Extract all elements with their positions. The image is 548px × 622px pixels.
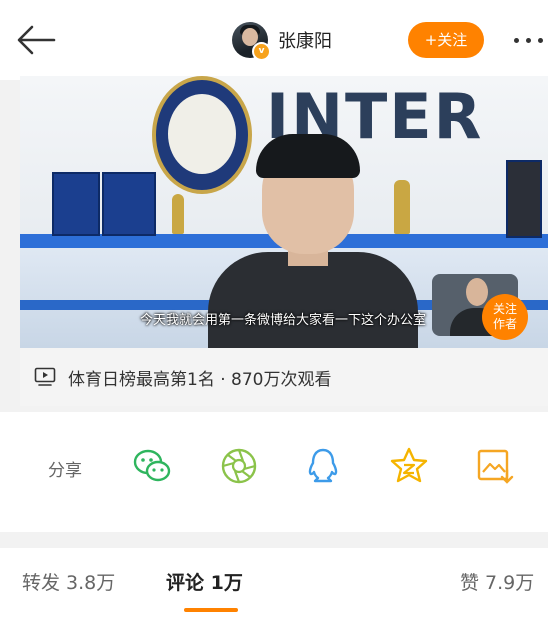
trophy-icon — [172, 194, 184, 234]
qq-icon[interactable] — [303, 446, 343, 486]
tab-comment[interactable]: 评论 1万 — [166, 568, 243, 595]
verified-badge-icon: v — [252, 42, 271, 61]
tab-like[interactable]: 赞 7.9万 — [460, 568, 534, 595]
avatar[interactable]: v — [232, 22, 271, 61]
video-play-icon — [34, 367, 56, 386]
dot — [526, 38, 531, 43]
follow-author-label: 关注 作者 — [492, 302, 517, 331]
video-stats-text: 体育日榜最高第1名 · 870万次观看 — [68, 369, 332, 390]
qzone-icon[interactable] — [389, 446, 429, 486]
moments-icon[interactable] — [219, 446, 259, 486]
interaction-tabs: 转发 3.8万 评论 1万 赞 7.9万 — [0, 548, 548, 622]
author-name[interactable]: 张康阳 — [278, 27, 332, 53]
display-case — [506, 160, 542, 238]
back-arrow-icon[interactable] — [14, 22, 58, 58]
more-options-icon[interactable] — [514, 38, 543, 43]
top-bar: v 张康阳 +关注 — [0, 0, 548, 80]
wechat-icon[interactable] — [132, 446, 172, 486]
active-tab-indicator — [184, 608, 238, 612]
share-row: 分享 — [0, 412, 548, 532]
video-stats-bar: 体育日榜最高第1名 · 870万次观看 — [20, 348, 548, 406]
tab-repost[interactable]: 转发 3.8万 — [22, 568, 115, 595]
video-player[interactable]: INTER 关注 作者 今天我就会用第一条微博给大家看一下这个办公室 — [20, 76, 548, 348]
save-image-icon[interactable] — [475, 446, 515, 486]
display-case — [102, 172, 156, 236]
dot — [538, 38, 543, 43]
follow-button[interactable]: +关注 — [408, 22, 484, 58]
dot — [514, 38, 519, 43]
video-subtitle: 今天我就会用第一条微博给大家看一下这个办公室 — [140, 313, 427, 328]
author-info[interactable]: v 张康阳 — [232, 20, 332, 61]
display-case — [52, 172, 100, 236]
follow-author-bubble[interactable]: 关注 作者 — [482, 294, 528, 340]
share-label: 分享 — [48, 461, 82, 481]
